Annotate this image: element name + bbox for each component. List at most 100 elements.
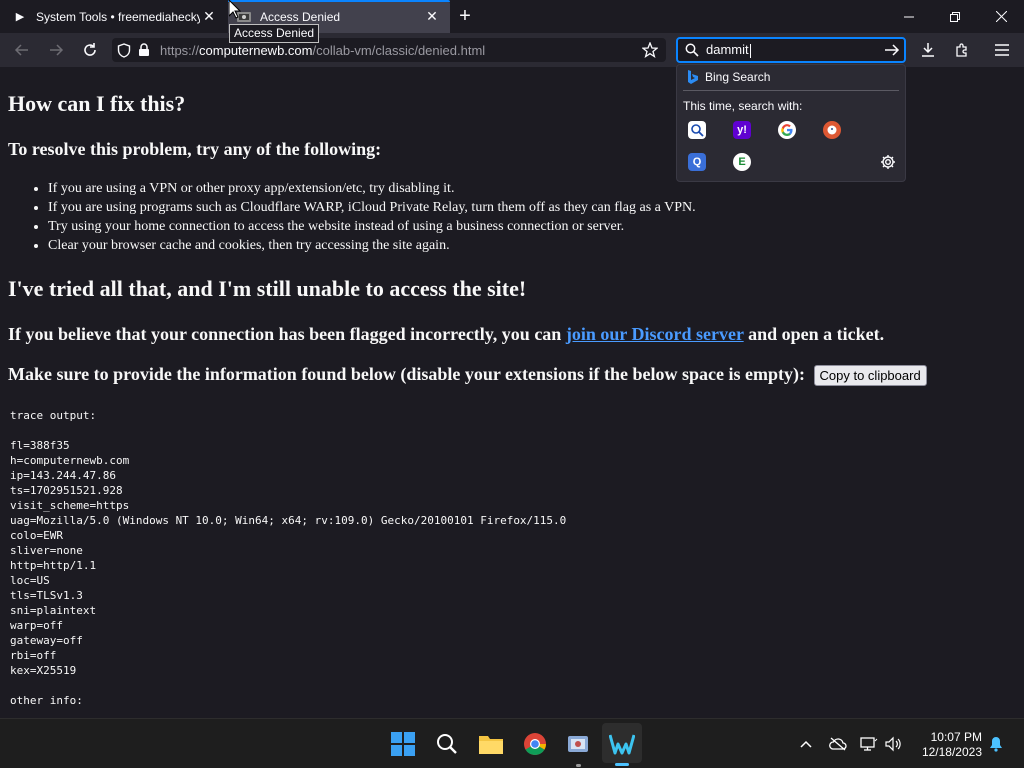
clock-time: 10:07 PM bbox=[930, 730, 982, 744]
lock-icon[interactable] bbox=[136, 42, 152, 58]
close-icon bbox=[995, 11, 1007, 22]
heading-still-unable: I've tried all that, and I'm still unabl… bbox=[8, 276, 527, 301]
list-item: Try using your home connection to access… bbox=[48, 217, 696, 236]
notifications-button[interactable] bbox=[987, 735, 1005, 753]
chevron-up-icon bbox=[800, 740, 812, 748]
qwant-icon[interactable]: Q bbox=[688, 153, 706, 171]
windows-taskbar: 10:07 PM 12/18/2023 bbox=[0, 718, 1024, 768]
popup-divider bbox=[683, 90, 899, 91]
search-go-arrow-icon[interactable] bbox=[884, 42, 900, 58]
network-icon bbox=[860, 737, 878, 751]
shield-icon[interactable] bbox=[116, 42, 132, 58]
suggestion-label: Bing Search bbox=[705, 70, 771, 84]
system-clock[interactable]: 10:07 PM 12/18/2023 bbox=[918, 730, 982, 760]
list-item: Clear your browser cache and cookies, th… bbox=[48, 236, 696, 255]
running-indicator bbox=[576, 764, 581, 767]
volume-tray-button[interactable] bbox=[885, 735, 903, 753]
url-path: /collab-vm/classic/denied.html bbox=[312, 42, 486, 58]
extensions-button[interactable] bbox=[950, 38, 974, 62]
tab-strip: ▶ System Tools • freemediaheckyeah ✕ Acc… bbox=[0, 0, 1024, 33]
tab-label: Access Denied bbox=[260, 9, 341, 24]
engine-hint: This time, search with: bbox=[683, 99, 803, 113]
chrome-button[interactable] bbox=[522, 731, 548, 757]
new-tab-button[interactable]: + bbox=[455, 6, 475, 27]
minimize-button[interactable] bbox=[886, 0, 932, 33]
copy-to-clipboard-button[interactable]: Copy to clipboard bbox=[813, 365, 927, 387]
play-icon: ▶ bbox=[15, 11, 25, 23]
url-scheme: https:// bbox=[160, 42, 200, 58]
reload-icon bbox=[84, 43, 96, 56]
bing-icon bbox=[688, 70, 698, 84]
speaker-icon bbox=[885, 736, 901, 752]
puzzle-piece-icon bbox=[956, 43, 967, 57]
flagged-suffix: and open a ticket. bbox=[743, 324, 885, 344]
waterfox-icon bbox=[609, 734, 635, 755]
discord-link[interactable]: join our Discord server bbox=[566, 324, 744, 344]
gear-icon[interactable] bbox=[880, 154, 896, 174]
restore-button[interactable] bbox=[932, 0, 978, 33]
search-icon bbox=[437, 734, 457, 754]
download-icon bbox=[922, 43, 934, 57]
bing-search-suggestion[interactable]: Bing Search bbox=[687, 70, 770, 84]
fix-suggestion-list: If you are using a VPN or other proxy ap… bbox=[48, 179, 696, 255]
clock-date: 12/18/2023 bbox=[921, 745, 982, 759]
search-icon bbox=[684, 42, 700, 58]
flagged-prefix: If you believe that your connection has … bbox=[8, 324, 566, 344]
subheading-resolve: To resolve this problem, try any of the … bbox=[8, 139, 382, 159]
search-input[interactable]: dammit bbox=[676, 37, 906, 63]
close-window-button[interactable] bbox=[978, 0, 1024, 33]
start-button[interactable] bbox=[390, 731, 416, 757]
navigation-toolbar: https://computernewb.com/collab-vm/class… bbox=[0, 33, 1024, 67]
hamburger-menu-icon bbox=[995, 44, 1009, 56]
back-button[interactable] bbox=[10, 38, 34, 62]
list-item: If you are using programs such as Cloudf… bbox=[48, 198, 696, 217]
provide-info-text: Make sure to provide the information fou… bbox=[8, 364, 806, 384]
app-button[interactable] bbox=[565, 731, 591, 757]
list-item: If you are using a VPN or other proxy ap… bbox=[48, 179, 696, 198]
search-text: dammit bbox=[706, 42, 749, 58]
arrow-left-icon bbox=[14, 44, 28, 56]
chrome-icon bbox=[524, 733, 546, 755]
onedrive-tray-button[interactable] bbox=[829, 735, 847, 753]
trace-output: trace output: fl=388f35 h=computernewb.c… bbox=[10, 409, 567, 707]
app-icon bbox=[568, 736, 588, 752]
bell-icon bbox=[990, 737, 1002, 752]
duckduckgo-icon[interactable] bbox=[823, 121, 841, 139]
url-host: computernewb.com bbox=[199, 42, 313, 58]
network-tray-button[interactable] bbox=[860, 735, 878, 753]
forward-button[interactable] bbox=[44, 38, 68, 62]
google-icon[interactable] bbox=[778, 121, 796, 139]
close-tab-icon[interactable]: ✕ bbox=[424, 8, 440, 24]
arrow-right-icon bbox=[50, 44, 64, 56]
active-indicator bbox=[615, 763, 629, 766]
heading-how-to-fix: How can I fix this? bbox=[8, 91, 186, 116]
menu-button[interactable] bbox=[990, 38, 1014, 62]
search-suggestion-popup: Bing Search This time, search with: y! Q… bbox=[676, 64, 906, 182]
taskbar-search-button[interactable] bbox=[434, 731, 460, 757]
reload-button[interactable] bbox=[78, 38, 102, 62]
mouse-cursor-icon bbox=[229, 0, 241, 19]
flagged-paragraph: If you believe that your connection has … bbox=[8, 324, 884, 345]
tab-system-tools[interactable]: ▶ System Tools • freemediaheckyeah ✕ bbox=[4, 0, 222, 33]
restore-icon bbox=[950, 11, 960, 22]
text-caret bbox=[749, 43, 751, 58]
cloud-offline-icon bbox=[829, 737, 847, 751]
yahoo-icon[interactable]: y! bbox=[733, 121, 751, 139]
provide-info-paragraph: Make sure to provide the information fou… bbox=[8, 364, 927, 387]
tab-label: System Tools • freemediaheckyeah bbox=[36, 9, 200, 24]
minimize-icon bbox=[904, 16, 914, 17]
ecosia-icon[interactable]: E bbox=[733, 153, 751, 171]
windows-logo-icon bbox=[391, 732, 415, 756]
search-value: dammit bbox=[706, 42, 751, 58]
search-engine-magnifier-icon[interactable] bbox=[688, 121, 706, 139]
address-bar[interactable]: https://computernewb.com/collab-vm/class… bbox=[112, 38, 666, 62]
folder-icon bbox=[479, 736, 503, 754]
file-explorer-button[interactable] bbox=[478, 731, 504, 757]
url-text: https://computernewb.com/collab-vm/class… bbox=[160, 43, 485, 58]
waterfox-button[interactable] bbox=[609, 731, 635, 757]
close-tab-icon[interactable]: ✕ bbox=[201, 8, 217, 24]
downloads-button[interactable] bbox=[916, 38, 940, 62]
bookmark-star-icon[interactable] bbox=[642, 42, 658, 58]
tab-tooltip: Access Denied bbox=[229, 24, 320, 43]
show-hidden-icons-button[interactable] bbox=[797, 735, 815, 753]
